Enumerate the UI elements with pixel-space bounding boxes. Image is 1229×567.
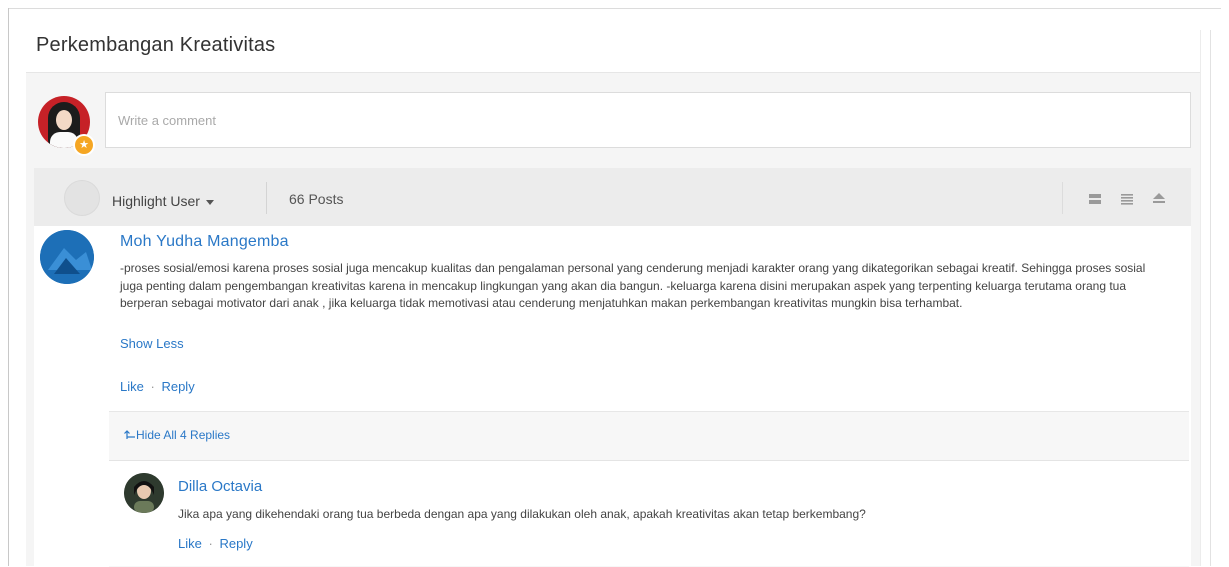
reply-like-link[interactable]: Like [178, 536, 202, 551]
page-title: Perkembangan Kreativitas [36, 34, 276, 56]
posts-toolbar: Highlight User 66 Posts [34, 168, 1191, 226]
comment-input[interactable] [105, 92, 1191, 148]
toolbar-divider [266, 182, 267, 214]
highlight-user-avatar-placeholder [64, 180, 100, 216]
frame-top-border [8, 8, 1221, 9]
highlight-user-label: Highlight User [112, 193, 200, 209]
highlight-user-dropdown[interactable]: Highlight User [112, 193, 214, 209]
content-right-border [1200, 30, 1201, 566]
post-body: -proses sosial/emosi karena proses sosia… [120, 261, 1146, 310]
list-view-icon[interactable] [1088, 192, 1102, 206]
reply-reply-link[interactable]: Reply [219, 536, 252, 551]
reply-author-name[interactable]: Dilla Octavia [178, 478, 262, 495]
action-separator: · [208, 536, 213, 551]
show-less-link[interactable]: Show Less [120, 336, 184, 351]
reply-link[interactable]: Reply [161, 379, 194, 394]
star-badge-icon: ★ [73, 134, 95, 156]
post-author-name[interactable]: Moh Yudha Mangemba [120, 233, 289, 251]
toolbar-divider [1062, 182, 1063, 214]
frame-left-border [8, 8, 9, 566]
reply-author-avatar[interactable] [124, 473, 164, 513]
scrollbar-track[interactable] [1210, 30, 1211, 566]
compact-view-icon[interactable] [1120, 192, 1134, 206]
reply-actions: Like · Reply [178, 536, 253, 551]
action-separator: · [150, 379, 155, 394]
collapse-view-icon[interactable] [1152, 192, 1166, 206]
reply-arrow-icon [124, 430, 135, 439]
caret-down-icon [205, 199, 214, 205]
posts-count: 66 Posts [289, 191, 344, 207]
hide-replies-link[interactable]: Hide All 4 Replies [124, 428, 230, 442]
reply-body: Jika apa yang dikehendaki orang tua berb… [178, 507, 866, 521]
post-author-avatar[interactable] [40, 230, 94, 284]
like-link[interactable]: Like [120, 379, 144, 394]
hide-replies-label: Hide All 4 Replies [136, 428, 231, 442]
post-actions: Like · Reply [120, 379, 195, 394]
